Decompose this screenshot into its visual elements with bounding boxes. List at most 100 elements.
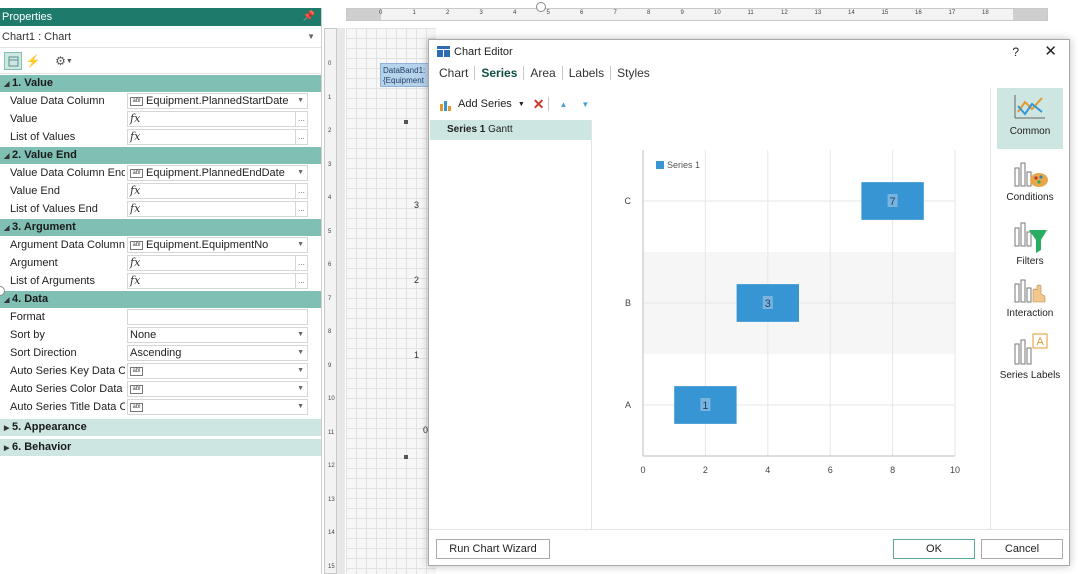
ruler-margin-left <box>347 9 381 20</box>
chevron-down-icon[interactable]: ▼ <box>297 166 304 180</box>
add-series-button[interactable]: Add Series ▼ <box>435 98 525 111</box>
side-item-label: Conditions <box>1006 192 1054 203</box>
property-value-field[interactable]: abl Equipment.PlannedStartDate ▼ <box>127 93 308 109</box>
ellipsis-icon[interactable]: ... <box>295 274 307 288</box>
section-label: 1. Value <box>12 77 53 89</box>
component-selector[interactable]: Chart1 : Chart ▼ <box>0 26 321 48</box>
property-value-field[interactable]: fx... <box>127 201 308 217</box>
chevron-down-icon[interactable]: ▼ <box>297 238 304 252</box>
property-row: Argument fx... <box>0 254 321 272</box>
cancel-button[interactable]: Cancel <box>981 539 1063 559</box>
data-column-icon: abl <box>130 384 143 394</box>
properties-panel: Properties 📌 Chart1 : Chart ▼ ⚡ ⚙ ▼ ◢ 1. V… <box>0 8 322 574</box>
ruler-tick-label: 12 <box>781 10 788 16</box>
property-value-field[interactable] <box>127 309 308 325</box>
section-header[interactable]: ◢ 3. Argument <box>0 219 321 236</box>
expression-fx-icon: fx <box>130 130 141 143</box>
property-value-field[interactable]: abl ▼ <box>127 381 308 397</box>
property-row: Value Data Column End abl Equipment.Planne… <box>0 164 321 182</box>
chevron-down-icon[interactable]: ▼ <box>297 364 304 378</box>
run-chart-wizard-button[interactable]: Run Chart Wizard <box>436 539 550 559</box>
tab-chart[interactable]: Chart <box>439 66 476 80</box>
x-tick-label: 10 <box>950 465 960 475</box>
chevron-down-icon[interactable]: ▼ <box>518 101 525 108</box>
property-label: Auto Series Color Data Col <box>10 383 125 395</box>
chevron-down-icon: ▼ <box>307 32 315 41</box>
series-toolbar: Add Series ▼ ✕ ▲ ▼ <box>435 92 990 116</box>
properties-title-bar: Properties 📌 <box>0 8 321 26</box>
collapsed-triangle-icon: ▶ <box>4 425 10 432</box>
tab-styles[interactable]: Styles <box>611 66 656 80</box>
y-category-label: A <box>625 400 631 410</box>
selection-handle[interactable] <box>404 120 408 124</box>
property-value-field[interactable]: fx... <box>127 129 308 145</box>
chevron-down-icon[interactable]: ▼ <box>297 400 304 414</box>
property-label: Sort Direction <box>10 347 77 359</box>
tab-area[interactable]: Area <box>524 66 563 80</box>
ok-button[interactable]: OK <box>893 539 975 559</box>
property-value-field[interactable]: abl Equipment.EquipmentNo ▼ <box>127 237 308 253</box>
expression-fx-icon: fx <box>130 274 141 287</box>
side-item-filters[interactable]: Filters <box>997 216 1063 272</box>
ruler-tick-label: 7 <box>613 10 617 16</box>
component-selector-value: Chart1 : Chart <box>2 31 72 43</box>
property-value-field[interactable]: Ascending ▼ <box>127 345 308 361</box>
ellipsis-icon[interactable]: ... <box>295 130 307 144</box>
side-item-conditions[interactable]: Conditions <box>997 156 1063 212</box>
resize-handle-icon[interactable] <box>536 2 546 12</box>
property-value-field[interactable]: abl Equipment.PlannedEndDate ▼ <box>127 165 308 181</box>
section-header[interactable]: ◢ 1. Value <box>0 75 321 92</box>
settings-gear-icon[interactable]: ⚙ ▼ <box>52 52 76 70</box>
move-down-icon[interactable]: ▼ <box>581 100 589 109</box>
expand-triangle-icon: ◢ <box>4 225 10 232</box>
dialog-title-bar: Chart Editor ? ✕ <box>429 40 1069 64</box>
tab-labels[interactable]: Labels <box>563 66 612 80</box>
move-up-icon[interactable]: ▲ <box>559 100 567 109</box>
property-value-field[interactable]: fx... <box>127 183 308 199</box>
section-header[interactable]: ◢ 2. Value End <box>0 147 321 164</box>
chevron-down-icon[interactable]: ▼ <box>297 382 304 396</box>
property-value-field[interactable]: fx... <box>127 255 308 271</box>
section-header[interactable]: ▶ 6. Behavior <box>0 439 321 456</box>
section-header[interactable]: ◢ 4. Data <box>0 291 321 308</box>
tab-series[interactable]: Series <box>475 66 525 80</box>
ellipsis-icon[interactable]: ... <box>295 184 307 198</box>
close-icon[interactable]: ✕ <box>1044 40 1057 64</box>
side-item-label: Series Labels <box>999 370 1061 381</box>
section-header[interactable]: ▶ 5. Appearance <box>0 419 321 436</box>
side-item-series-labels[interactable]: A Series Labels <box>997 328 1063 384</box>
section-label: 5. Appearance <box>12 421 87 433</box>
chart-preview: 0 2 4 6 8 10 A B C 1 3 7 Series 1 <box>594 120 990 530</box>
design-surface[interactable] <box>346 28 436 574</box>
vertical-scrollbar[interactable] <box>337 28 345 574</box>
property-row: Value End fx... <box>0 182 321 200</box>
ellipsis-icon[interactable]: ... <box>295 202 307 216</box>
add-series-icon <box>440 100 451 111</box>
chevron-down-icon[interactable]: ▼ <box>297 346 304 360</box>
ruler-tick-label: 7 <box>328 295 332 302</box>
help-button[interactable]: ? <box>1012 40 1019 64</box>
ruler-tick-label: 11 <box>328 429 335 436</box>
series-name: Series 1 <box>447 124 486 135</box>
selection-handle[interactable] <box>404 455 408 459</box>
property-value-field[interactable]: abl ▼ <box>127 363 308 379</box>
ellipsis-icon[interactable]: ... <box>295 112 307 126</box>
side-item-common[interactable]: Common <box>997 88 1063 149</box>
property-value-field[interactable]: fx... <box>127 111 308 127</box>
side-item-interaction[interactable]: Interaction <box>997 274 1063 324</box>
ruler-tick-label: 15 <box>881 10 889 16</box>
property-label: Value End <box>10 185 60 197</box>
properties-view-icon[interactable] <box>4 52 22 70</box>
ruler-tick-label: 5 <box>546 10 550 16</box>
property-value-field[interactable]: fx... <box>127 273 308 289</box>
events-lightning-icon[interactable]: ⚡ <box>24 52 42 70</box>
property-value-field[interactable]: None ▼ <box>127 327 308 343</box>
series-list-item[interactable]: Series 1 Gantt <box>430 120 591 140</box>
chevron-down-icon[interactable]: ▼ <box>297 328 304 342</box>
ruler-tick-label: 3 <box>328 161 332 168</box>
pin-icon[interactable]: 📌 <box>303 8 315 26</box>
ellipsis-icon[interactable]: ... <box>295 256 307 270</box>
property-value-field[interactable]: abl ▼ <box>127 399 308 415</box>
delete-icon[interactable]: ✕ <box>533 96 545 113</box>
chevron-down-icon[interactable]: ▼ <box>297 94 304 108</box>
